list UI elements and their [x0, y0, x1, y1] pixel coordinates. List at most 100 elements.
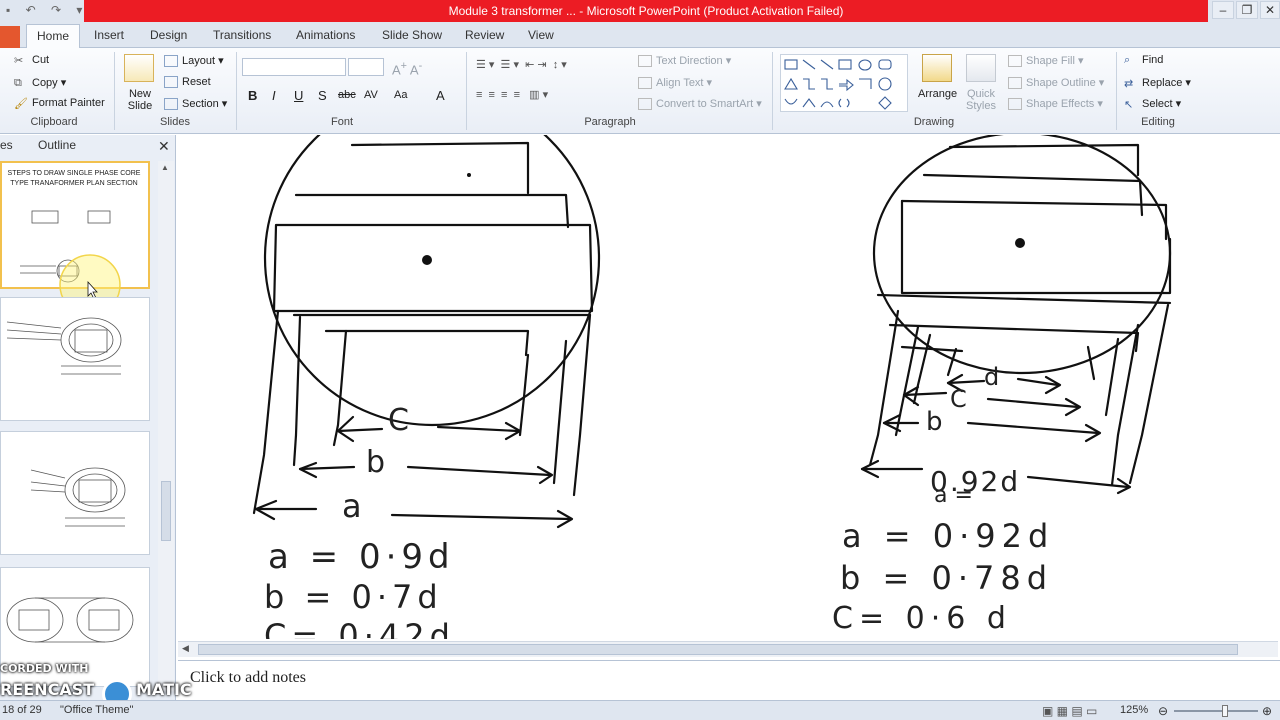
paint-bucket-icon [1008, 55, 1022, 68]
shape-effects-button[interactable]: Shape Effects ▾ [1008, 97, 1103, 111]
thumbnail-drawing [20, 210, 121, 303]
convert-smartart-label: Convert to SmartArt [656, 98, 754, 110]
zoom-in-icon[interactable]: ⊕ [1262, 704, 1272, 718]
font-size-box[interactable] [348, 58, 384, 76]
copy-label: Copy [32, 77, 58, 89]
font-color-button[interactable]: A [436, 88, 445, 103]
slide-thumbnail-19[interactable] [0, 431, 150, 555]
clipboard-group-label: Clipboard [30, 116, 78, 128]
layout-label: Layout [182, 55, 216, 67]
separator [772, 52, 773, 130]
zoom-slider[interactable] [1174, 705, 1258, 717]
align-text-icon [638, 77, 652, 90]
copy-icon: ⧉ [14, 77, 22, 90]
effects-icon [1008, 98, 1022, 111]
slide-counter: 18 of 29 [2, 704, 42, 716]
cursor-icon: ↖ [1124, 99, 1134, 112]
zoom-level[interactable]: 125% [1120, 704, 1148, 716]
bullets-button[interactable]: ☰ ▾ ☰ ▾ ⇤ ⇥ ↕ ▾ [476, 58, 567, 71]
shapes-gallery[interactable] [780, 54, 908, 112]
change-case-button[interactable]: Aa [394, 89, 407, 101]
strikethrough-button[interactable]: abc [338, 89, 356, 101]
notes-placeholder[interactable]: Click to add notes [190, 669, 306, 687]
scroll-thumb[interactable] [161, 481, 171, 541]
cut-button[interactable]: ✂ Cut [14, 54, 50, 67]
find-button[interactable]: ⌕ Find [1124, 54, 1163, 66]
file-tab[interactable] [0, 26, 20, 48]
format-painter-button[interactable]: 🖌 Format Painter [14, 97, 105, 111]
grow-font-button[interactable]: A+ A- [392, 60, 422, 77]
paintbrush-icon: 🖌 [14, 98, 28, 111]
status-bar: 18 of 29 "Office Theme" ▣ ▦ ▤ ▭ 125% ⊖ ⊕ [0, 700, 1280, 720]
tab-insert[interactable]: Insert [94, 28, 124, 42]
select-button[interactable]: ↖ Select ▾ [1124, 97, 1181, 112]
right-eq-a: a = 0·92d [842, 517, 1055, 555]
layout-button[interactable]: Layout ▾ [164, 54, 224, 68]
align-text-label: Align Text [656, 77, 704, 89]
tab-review[interactable]: Review [465, 28, 504, 42]
arrange-button[interactable]: Arrange [918, 88, 957, 100]
tab-transitions[interactable]: Transitions [213, 28, 271, 42]
tab-design[interactable]: Design [150, 28, 187, 42]
arrange-icon[interactable] [922, 54, 952, 82]
shape-outline-button[interactable]: Shape Outline ▾ [1008, 76, 1104, 90]
quick-styles-icon[interactable] [966, 54, 996, 82]
convert-smartart-button[interactable]: Convert to SmartArt ▾ [638, 97, 762, 111]
text-direction-button[interactable]: Text Direction ▾ [638, 54, 731, 68]
select-label: Select [1142, 98, 1173, 110]
replace-button[interactable]: ⇄ Replace ▾ [1124, 76, 1191, 90]
editing-group-label: Editing [1141, 116, 1175, 128]
close-pane-icon[interactable]: ✕ [158, 138, 170, 155]
tab-slides[interactable]: es [0, 138, 13, 152]
quick-styles-button[interactable]: Quick Styles [963, 88, 999, 112]
slide-canvas[interactable]: C b a a = 0·9d b = 0·7d C= 0·42d d C b 0… [178, 135, 1280, 641]
slide-thumbnail-17[interactable]: STEPS TO DRAW SINGLE PHASE CORE TYPE TRA… [0, 161, 150, 303]
slide-thumbnail-18[interactable] [0, 297, 150, 421]
tab-view[interactable]: View [528, 28, 554, 42]
binoculars-icon: ⌕ [1124, 54, 1131, 67]
drawing-group-label: Drawing [913, 116, 955, 128]
notes-pane[interactable]: Click to add notes [178, 660, 1280, 700]
font-group-label: Font [330, 116, 353, 128]
font-name-box[interactable] [242, 58, 346, 76]
scroll-left-icon[interactable]: ◀ [182, 643, 189, 654]
section-button[interactable]: Section ▾ [164, 97, 227, 111]
alignment-buttons[interactable]: ≡ ≡ ≡ ≡ ▥ ▾ [476, 88, 548, 101]
tab-home[interactable]: Home [26, 24, 81, 49]
tab-outline[interactable]: Outline [38, 138, 76, 152]
restore-button[interactable]: ❐ [1236, 1, 1258, 19]
new-slide-button[interactable]: New Slide [123, 88, 157, 112]
copy-button[interactable]: ⧉ Copy ▾ [14, 76, 66, 89]
char-spacing-button[interactable]: AV [364, 89, 378, 101]
tab-slide-show[interactable]: Slide Show [382, 28, 442, 42]
dim-label-c: C [388, 403, 409, 438]
cut-label: Cut [32, 54, 50, 66]
quick-access-toolbar[interactable]: ▪ ↶ ↷ ▾ [6, 3, 88, 17]
minimize-button[interactable]: – [1212, 1, 1234, 19]
tab-animations[interactable]: Animations [296, 28, 355, 42]
right-eq-c: C= 0·6 d [832, 601, 1012, 636]
slide-scrollbar[interactable]: ◀ [178, 641, 1278, 657]
shadow-button[interactable]: S [318, 88, 327, 103]
zoom-out-icon[interactable]: ⊖ [1158, 704, 1168, 718]
italic-button[interactable]: I [272, 88, 276, 103]
scroll-up-icon[interactable]: ▲ [161, 163, 169, 172]
theme-name: "Office Theme" [60, 704, 134, 716]
shape-fill-button[interactable]: Shape Fill ▾ [1008, 54, 1084, 68]
bold-button[interactable]: B [248, 88, 257, 103]
align-text-button[interactable]: Align Text ▾ [638, 76, 712, 90]
window-title: Module 3 transformer ... - Microsoft Pow… [448, 4, 844, 18]
format-painter-label: Format Painter [32, 97, 105, 109]
zoom-slider-thumb[interactable] [1222, 705, 1228, 717]
horizontal-scroll-thumb[interactable] [198, 644, 1238, 655]
view-buttons[interactable]: ▣ ▦ ▤ ▭ [1042, 704, 1097, 718]
shape-outline-label: Shape Outline [1026, 77, 1096, 89]
replace-label: Replace [1142, 77, 1183, 89]
reset-button[interactable]: Reset [164, 76, 211, 89]
separator [114, 52, 115, 130]
underline-button[interactable]: U [294, 88, 303, 103]
thumbnail-scrollbar[interactable]: ▲ [158, 161, 174, 691]
slides-pane: es Outline ✕ STEPS TO DRAW SINGLE PHASE … [0, 135, 176, 700]
new-slide-icon[interactable] [124, 54, 154, 82]
close-button[interactable]: ✕ [1260, 1, 1280, 19]
